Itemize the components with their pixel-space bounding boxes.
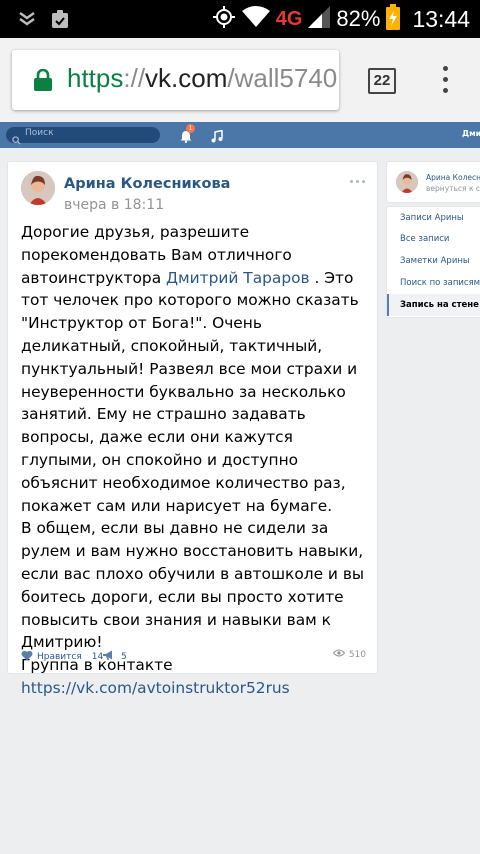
search-input[interactable]: Поиск xyxy=(6,127,160,145)
like-label: Нравится xyxy=(37,652,82,662)
author-avatar[interactable] xyxy=(21,171,55,205)
lock-icon xyxy=(34,68,52,95)
eye-icon xyxy=(332,649,345,660)
megaphone-icon xyxy=(103,650,115,664)
network-type: 4G xyxy=(275,7,303,30)
sidebar-item-arina-posts[interactable]: Записи Арины xyxy=(387,207,480,229)
post-actions: Нравится 14 5 510 xyxy=(21,649,366,663)
search-placeholder: Поиск xyxy=(25,128,54,138)
notification-badge: 1 xyxy=(186,124,195,133)
battery-icon xyxy=(386,3,401,35)
clock: 13:44 xyxy=(412,5,470,32)
views-count: 510 xyxy=(348,649,366,660)
sidebar-profile[interactable]: Арина Колесн вернуться к с xyxy=(386,161,480,203)
tab-switcher-button[interactable]: 22 xyxy=(368,68,396,94)
browser-toolbar: https://vk.com/wall5740 22 xyxy=(0,38,480,122)
sidebar-avatar xyxy=(396,171,418,193)
wall-post: Арина Колесникова вчера в 18:11 Дорогие … xyxy=(7,161,378,697)
post-date[interactable]: вчера в 18:11 xyxy=(64,197,164,213)
search-icon xyxy=(12,130,21,149)
header-user-name[interactable]: Дмит xyxy=(462,129,480,138)
sidebar-item-notes[interactable]: Заметки Арины xyxy=(387,250,480,272)
share-count: 5 xyxy=(121,652,127,662)
like-count: 14 xyxy=(91,652,104,662)
group-link[interactable]: https://vk.com/avtoinstruktor52rus xyxy=(21,679,290,697)
gps-icon xyxy=(212,5,236,34)
signal-icon xyxy=(308,5,331,33)
status-bar: 4G 82% 13:44 xyxy=(0,0,480,38)
post-paragraph-2: В общем, если вы давно не сидели за руле… xyxy=(21,519,365,652)
sidebar-item-wall-post[interactable]: Запись на стене xyxy=(387,294,480,316)
clipboard-icon xyxy=(50,9,70,33)
post-menu-icon[interactable] xyxy=(350,180,365,183)
sidebar-profile-name: Арина Колесн xyxy=(426,173,480,182)
sidebar-back-link[interactable]: вернуться к с xyxy=(426,184,480,193)
sidebar-item-search-posts[interactable]: Поиск по записям xyxy=(387,272,480,294)
wifi-icon xyxy=(241,5,270,33)
heart-icon xyxy=(21,650,33,664)
address-bar[interactable]: https://vk.com/wall5740 xyxy=(12,50,339,110)
views-counter: 510 xyxy=(332,649,366,660)
like-button[interactable]: Нравится 14 xyxy=(21,650,103,664)
post-text: Дорогие друзья, разрешите порекомендоват… xyxy=(21,221,369,700)
music-icon[interactable] xyxy=(211,128,223,147)
post-author[interactable]: Арина Колесникова xyxy=(64,176,230,192)
url-text: https://vk.com/wall5740 xyxy=(67,63,338,93)
sidebar-item-all-posts[interactable]: Все записи xyxy=(387,228,480,250)
sidebar-menu: Записи Арины Все записи Заметки Арины По… xyxy=(386,206,480,318)
post-paragraph-1: Дорогие друзья, разрешите порекомендоват… xyxy=(21,223,359,515)
usb-icon xyxy=(18,9,36,33)
mention-link[interactable]: Дмитрий Тараров xyxy=(166,269,310,287)
vk-header: Поиск 1 Дмит xyxy=(0,122,480,148)
browser-menu-icon[interactable] xyxy=(440,66,450,96)
share-button[interactable]: 5 xyxy=(103,650,127,664)
battery-percent: 82% xyxy=(336,6,381,31)
